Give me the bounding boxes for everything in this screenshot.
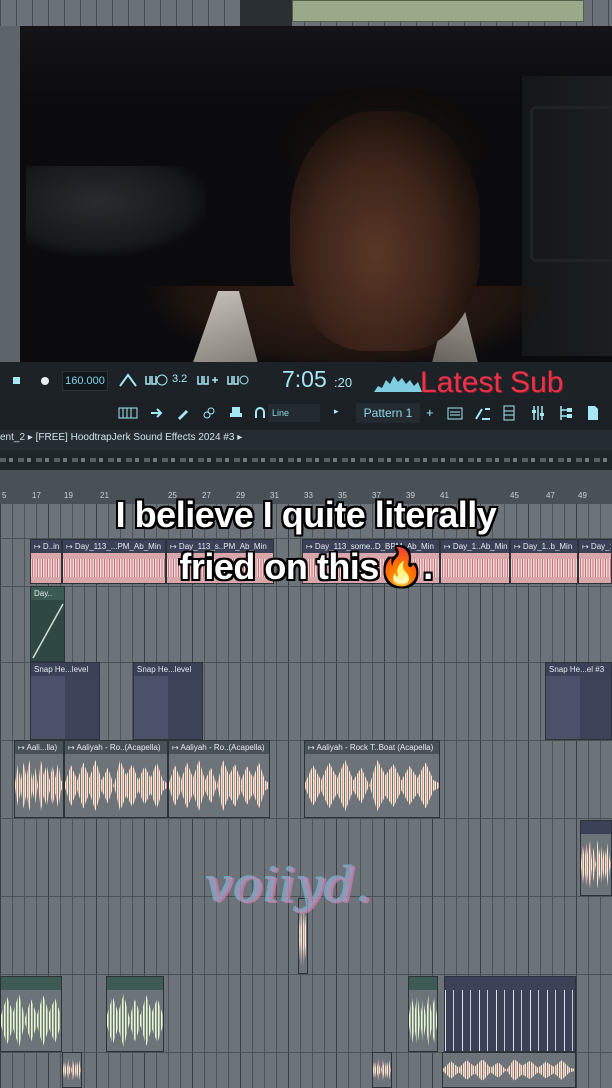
- clip-label: Day..: [31, 587, 64, 600]
- clip-header: [581, 821, 611, 834]
- webcam-overlay: [20, 26, 612, 362]
- tempo-display[interactable]: 160.000: [62, 371, 108, 391]
- playlist-icon[interactable]: [446, 405, 464, 421]
- automation-clip[interactable]: Day..: [30, 586, 65, 662]
- metronome-icon[interactable]: [118, 372, 138, 388]
- latest-sub-overlay: Latest Sub: [420, 366, 564, 399]
- audio-clip[interactable]: ↦ Aali...lla): [14, 740, 64, 818]
- pattern-selector[interactable]: Pattern 1: [356, 403, 420, 423]
- audio-clip[interactable]: ↦ Aaliyah - Ro..(Acapella): [64, 740, 168, 818]
- clip-label: ↦ Aaliyah - Rock T..Boat (Acapella): [305, 741, 439, 754]
- webcam-cloth: [26, 166, 206, 256]
- play-arrow-icon[interactable]: ▸: [334, 406, 339, 417]
- clip-label: ↦ Aali...lla): [15, 741, 63, 754]
- clip-label: Snap He...level: [134, 663, 202, 676]
- track-divider: [0, 974, 612, 975]
- song-time-sub: :20: [334, 375, 353, 390]
- automation-clip[interactable]: Snap He...el #3: [545, 662, 612, 740]
- stamp-icon[interactable]: [228, 405, 244, 421]
- clip-label: ↦ Aaliyah - Ro..(Acapella): [65, 741, 167, 754]
- audio-clip[interactable]: [580, 820, 612, 896]
- track-divider: [0, 818, 612, 819]
- arrow-right-icon[interactable]: [150, 406, 164, 420]
- watermark: voiiyd.: [206, 858, 373, 914]
- caption-line-2: fried on this🔥.: [179, 546, 433, 587]
- stop-icon[interactable]: [10, 374, 24, 388]
- link-icon[interactable]: [202, 406, 216, 420]
- automation-clip[interactable]: Snap He...level: [30, 662, 100, 740]
- webcam-person-face: [290, 111, 480, 351]
- audio-clip[interactable]: [62, 1052, 82, 1088]
- pencil-icon[interactable]: [176, 406, 190, 420]
- browser-tree-icon[interactable]: [558, 404, 574, 422]
- top-clip[interactable]: [292, 0, 584, 22]
- audio-clip[interactable]: [442, 1052, 576, 1088]
- loop-record-icon[interactable]: [226, 372, 250, 388]
- audio-clip[interactable]: [408, 976, 438, 1052]
- clip-label: ↦ Aaliyah - Ro..(Acapella): [169, 741, 269, 754]
- audio-clip[interactable]: [0, 976, 62, 1052]
- audio-clip[interactable]: [106, 976, 164, 1052]
- audio-clip[interactable]: [444, 976, 576, 1052]
- cpu-monitor-waveform: [374, 376, 422, 392]
- audio-clip[interactable]: ↦ Aaliyah - Rock T..Boat (Acapella): [304, 740, 440, 818]
- clip-label: Snap He...el #3: [546, 663, 611, 676]
- audio-clip[interactable]: ↦ Aaliyah - Ro..(Acapella): [168, 740, 270, 818]
- playlist-overview[interactable]: [0, 450, 612, 470]
- clip-fill: [546, 676, 580, 739]
- clip-fill: [134, 676, 168, 739]
- magnet-icon[interactable]: [254, 406, 266, 420]
- snap-mode-select[interactable]: Line: [268, 404, 320, 422]
- document-icon[interactable]: [586, 404, 600, 422]
- top-dark-block: [240, 0, 292, 26]
- clip-fill: [31, 676, 65, 739]
- webcam-fan: [530, 106, 612, 262]
- clip-label: Snap He...level: [31, 663, 99, 676]
- clip-header: [445, 977, 575, 990]
- piano-roll-icon[interactable]: [118, 406, 138, 420]
- breadcrumb[interactable]: ent_2 ▸ [FREE] HoodtrapJerk Sound Effect…: [0, 432, 242, 443]
- countdown-icon[interactable]: [144, 372, 168, 388]
- record-icon[interactable]: [38, 374, 52, 388]
- mixer-icon[interactable]: [502, 404, 516, 422]
- automation-clip[interactable]: Snap He...level: [133, 662, 203, 740]
- automation-ramp: [32, 603, 64, 659]
- audio-clip[interactable]: [372, 1052, 392, 1088]
- clip-header: [1, 977, 61, 990]
- blend-notes-icon[interactable]: [196, 372, 220, 388]
- faders-icon[interactable]: [530, 404, 546, 422]
- caption-line-1: I believe I quite literally: [115, 494, 497, 535]
- add-pattern-icon[interactable]: +: [426, 405, 434, 420]
- channel-value[interactable]: 3.2: [172, 373, 187, 385]
- channel-rack-icon[interactable]: [474, 405, 492, 421]
- clip-header: [107, 977, 163, 990]
- song-time: 7:05: [282, 366, 327, 392]
- clip-header: [409, 977, 437, 990]
